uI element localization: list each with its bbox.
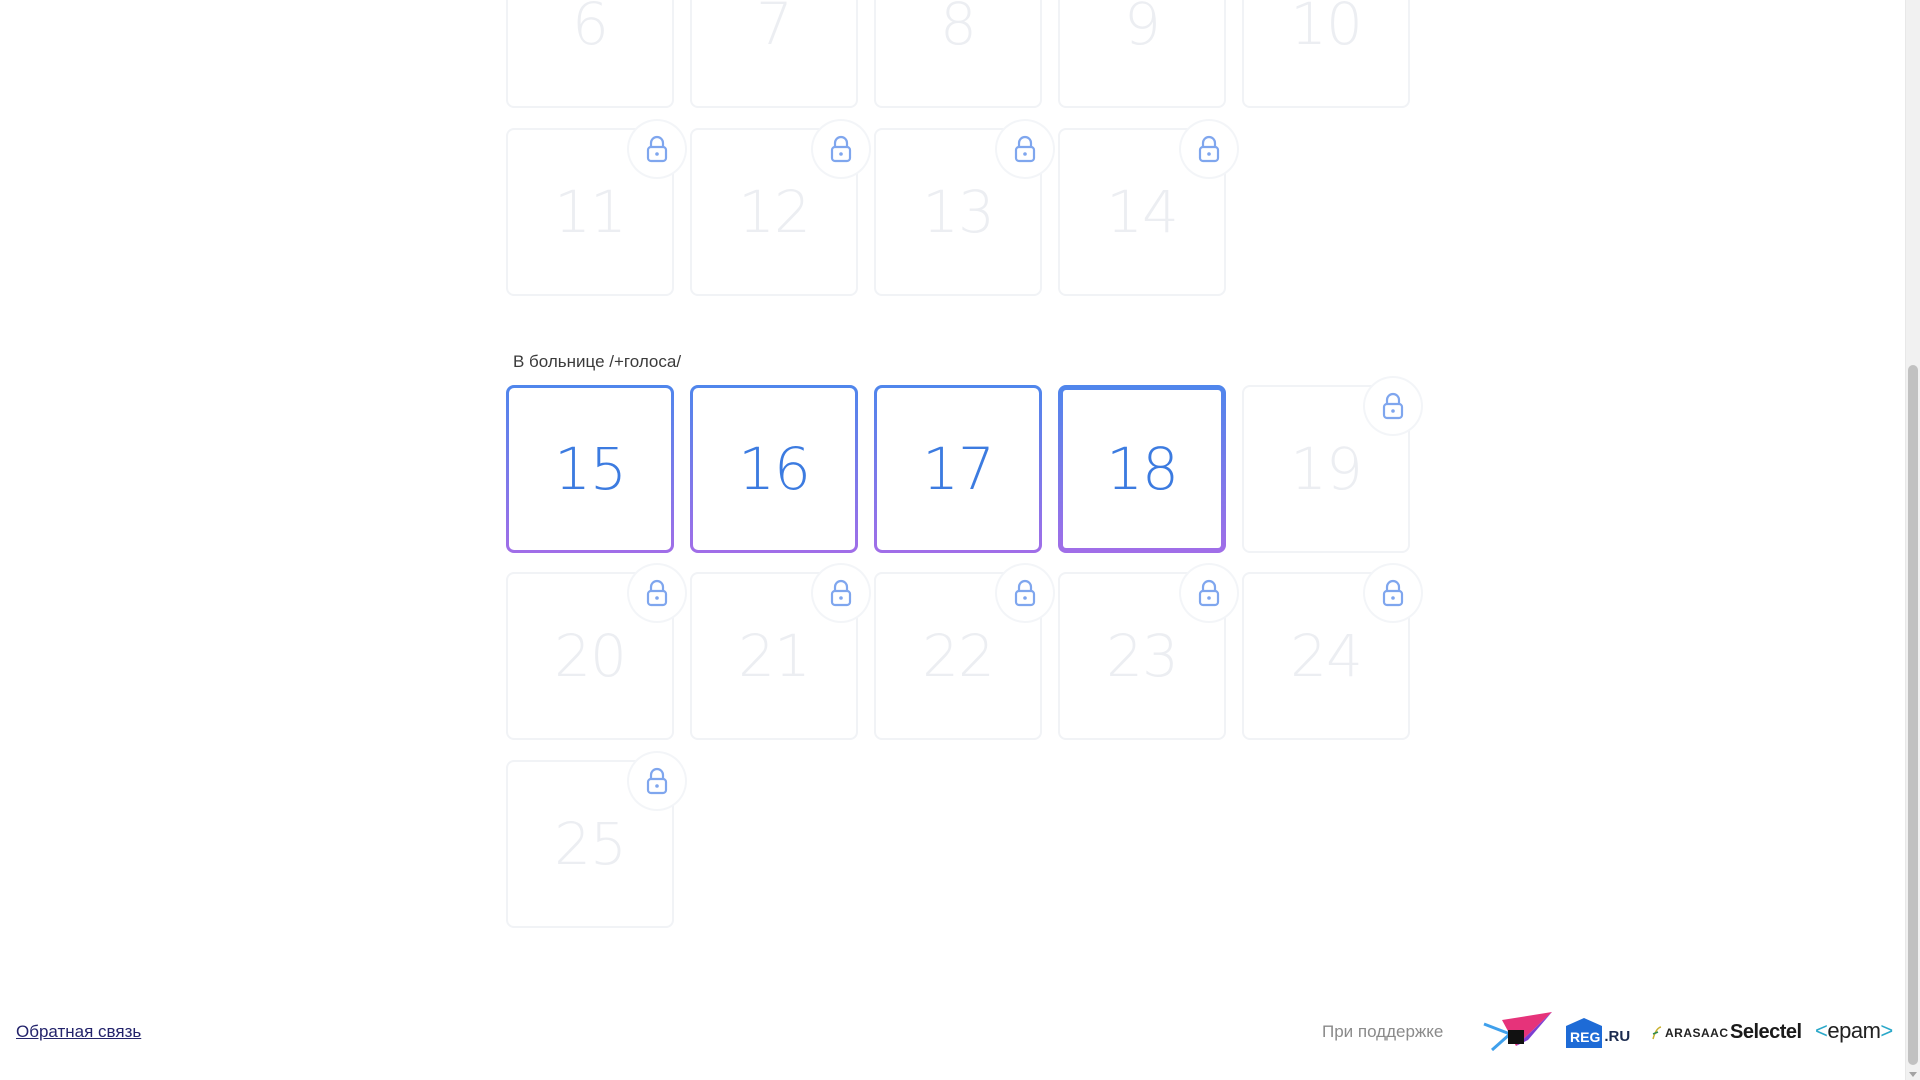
tile-number: 6: [572, 0, 609, 58]
tile-number: 13: [922, 178, 995, 246]
tile-number: 25: [554, 810, 627, 878]
level-tile-18[interactable]: 18: [1058, 385, 1226, 553]
tile-number: 12: [738, 178, 811, 246]
arasaac-text: ARASAAC: [1665, 1026, 1729, 1040]
lock-icon: [1181, 565, 1237, 621]
tile-number: 18: [1106, 435, 1179, 503]
page: 6 7 8 9 10 11 12 13 14 В больнице /+голо…: [0, 0, 1920, 1080]
lock-icon: [813, 565, 869, 621]
partner-logo-arrow[interactable]: [1482, 1010, 1554, 1054]
epam-bracket-left-icon: <: [1815, 1018, 1828, 1043]
partner-logo-epam[interactable]: < epam >: [1815, 1018, 1893, 1044]
tile-number: 9: [1124, 0, 1161, 58]
lock-icon: [997, 121, 1053, 177]
scroll-down-arrow-icon[interactable]: [1909, 1072, 1917, 1077]
support-label: При поддержке: [1322, 1022, 1444, 1041]
tile-number: 21: [738, 622, 811, 690]
level-tile-9: 9: [1058, 0, 1226, 108]
lock-icon: [1181, 121, 1237, 177]
tile-number: 19: [1290, 435, 1363, 503]
level-tile-16[interactable]: 16: [690, 385, 858, 553]
level-tile-7: 7: [690, 0, 858, 108]
epam-bracket-right-icon: >: [1880, 1018, 1893, 1043]
lock-icon: [629, 565, 685, 621]
tile-number: 16: [738, 435, 811, 503]
lock-icon: [629, 121, 685, 177]
epam-text: epam: [1827, 1018, 1881, 1043]
tile-number: 23: [1106, 622, 1179, 690]
partner-logo-selectel[interactable]: Selectel: [1730, 1021, 1802, 1044]
tile-number: 14: [1106, 178, 1179, 246]
level-tile-17[interactable]: 17: [874, 385, 1042, 553]
section-title: В больнице /+голоса/: [513, 352, 682, 371]
lock-icon: [629, 753, 685, 809]
lock-icon: [997, 565, 1053, 621]
tile-number: 15: [554, 435, 627, 503]
scrollbar-thumb[interactable]: [1908, 365, 1918, 1065]
regru-main-text: REG: [1570, 1028, 1601, 1045]
tile-number: 22: [922, 622, 995, 690]
level-tile-6: 6: [506, 0, 674, 108]
tile-number: 7: [756, 0, 793, 58]
partner-logo-regru[interactable]: REG .RU: [1566, 1018, 1631, 1048]
selectel-text: Selectel: [1730, 1021, 1802, 1043]
scrollbar[interactable]: [1905, 0, 1920, 1080]
tile-number: 10: [1290, 0, 1363, 58]
tile-number: 20: [554, 622, 627, 690]
tile-number: 24: [1290, 622, 1363, 690]
feedback-link[interactable]: Обратная связь: [16, 1022, 141, 1042]
level-tile-8: 8: [874, 0, 1042, 108]
tile-number: 8: [940, 0, 977, 58]
lock-icon: [813, 121, 869, 177]
lock-icon: [1365, 378, 1421, 434]
partner-logo-arasaac[interactable]: ARASAAC: [1652, 1026, 1729, 1040]
level-tile-15[interactable]: 15: [506, 385, 674, 553]
regru-suffix-text: .RU: [1604, 1028, 1631, 1045]
level-tile-10: 10: [1242, 0, 1410, 108]
lock-icon: [1365, 565, 1421, 621]
tile-number: 11: [554, 178, 627, 246]
tile-number: 17: [922, 435, 995, 503]
